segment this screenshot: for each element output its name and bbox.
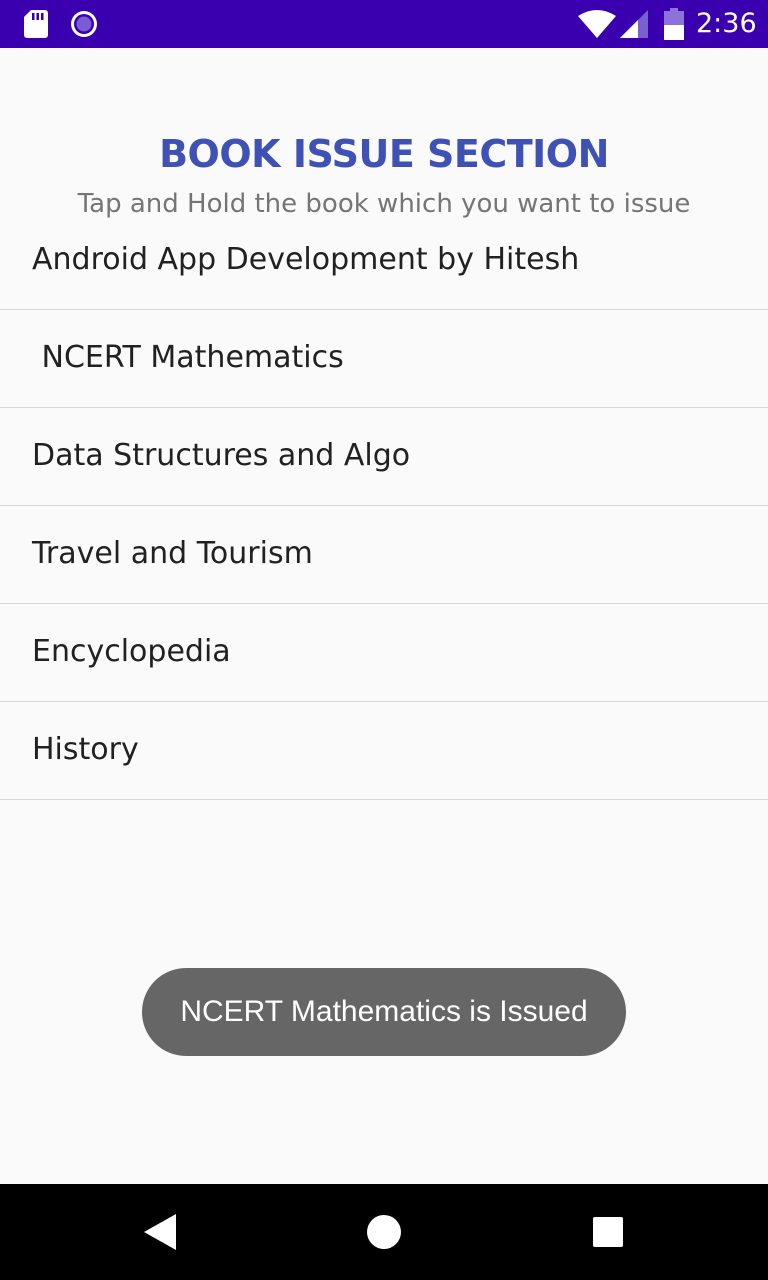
toast-text: NCERT Mathematics is Issued: [180, 995, 588, 1028]
book-list: Android App Development by Hitesh NCERT …: [0, 212, 768, 800]
list-item-book-0[interactable]: Android App Development by Hitesh: [0, 212, 768, 310]
home-icon[interactable]: [367, 1215, 401, 1249]
sd-card-icon: [24, 10, 48, 38]
book-label: NCERT Mathematics: [32, 340, 344, 375]
status-time: 2:36: [696, 8, 757, 39]
back-icon[interactable]: [144, 1214, 176, 1250]
book-label: Encyclopedia: [32, 634, 231, 669]
list-item-book-4[interactable]: Encyclopedia: [0, 604, 768, 702]
book-label: Data Structures and Algo: [32, 438, 411, 473]
status-bar: 2:36: [0, 0, 768, 48]
list-item-book-5[interactable]: History: [0, 702, 768, 800]
battery-icon: [664, 8, 684, 40]
list-item-book-3[interactable]: Travel and Tourism: [0, 506, 768, 604]
toast-message: NCERT Mathematics is Issued: [142, 968, 626, 1056]
book-label: Travel and Tourism: [32, 536, 313, 571]
navigation-bar: [0, 1184, 768, 1280]
recents-icon[interactable]: [593, 1217, 623, 1247]
cast-icon: [71, 11, 97, 37]
page-title: BOOK ISSUE SECTION: [159, 132, 609, 176]
book-label: Android App Development by Hitesh: [32, 242, 580, 277]
signal-icon: [620, 10, 648, 38]
list-item-book-1[interactable]: NCERT Mathematics: [0, 310, 768, 408]
list-item-book-2[interactable]: Data Structures and Algo: [0, 408, 768, 506]
book-label: History: [32, 732, 139, 767]
wifi-icon: [578, 10, 616, 38]
